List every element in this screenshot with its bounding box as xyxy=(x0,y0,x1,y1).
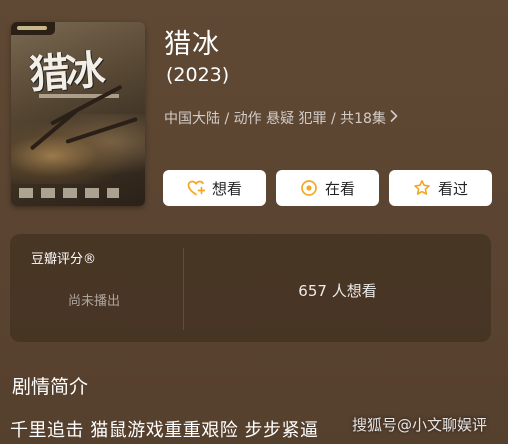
page-title: 猎冰 xyxy=(164,29,220,60)
meta-info-link[interactable]: 中国大陆 / 动作 悬疑 犯罪 / 共18集 xyxy=(164,108,398,128)
watching-button[interactable]: 在看 xyxy=(276,170,379,206)
release-year: (2023) xyxy=(166,64,230,86)
watched-button[interactable]: 看过 xyxy=(389,170,492,206)
watching-label: 在看 xyxy=(324,179,355,198)
poster-sponsor-logos xyxy=(19,188,119,198)
chevron-right-icon xyxy=(390,110,398,126)
poster-platform-badge xyxy=(11,22,55,35)
rating-not-aired-text: 尚未播出 xyxy=(68,294,121,309)
douban-rating-label: 豆瓣评分® xyxy=(31,252,97,267)
watermark: 搜狐号@小文聊娱评 xyxy=(352,414,487,435)
target-circle-icon xyxy=(300,179,318,197)
want-to-watch-button[interactable]: 想看 xyxy=(163,170,266,206)
watermark-text: 搜狐号@小文聊娱评 xyxy=(352,416,488,434)
rating-card[interactable]: 豆瓣评分® 尚未播出 657 人想看 xyxy=(10,234,491,342)
synopsis-text[interactable]: 千里追击 猫鼠游戏重重艰险 步步紧逼 xyxy=(10,416,318,442)
star-icon xyxy=(413,179,431,197)
meta-info-text: 中国大陆 / 动作 悬疑 犯罪 / 共18集 xyxy=(164,111,386,127)
want-to-watch-label: 想看 xyxy=(211,179,242,198)
poster-image[interactable]: 猎冰 xyxy=(11,22,145,206)
want-count-text: 657 人想看 xyxy=(298,282,377,300)
synopsis-section-title: 剧情简介 xyxy=(12,376,89,398)
heart-plus-icon xyxy=(187,179,206,197)
watched-label: 看过 xyxy=(437,179,468,198)
poster-title-art: 猎冰 xyxy=(27,46,103,99)
